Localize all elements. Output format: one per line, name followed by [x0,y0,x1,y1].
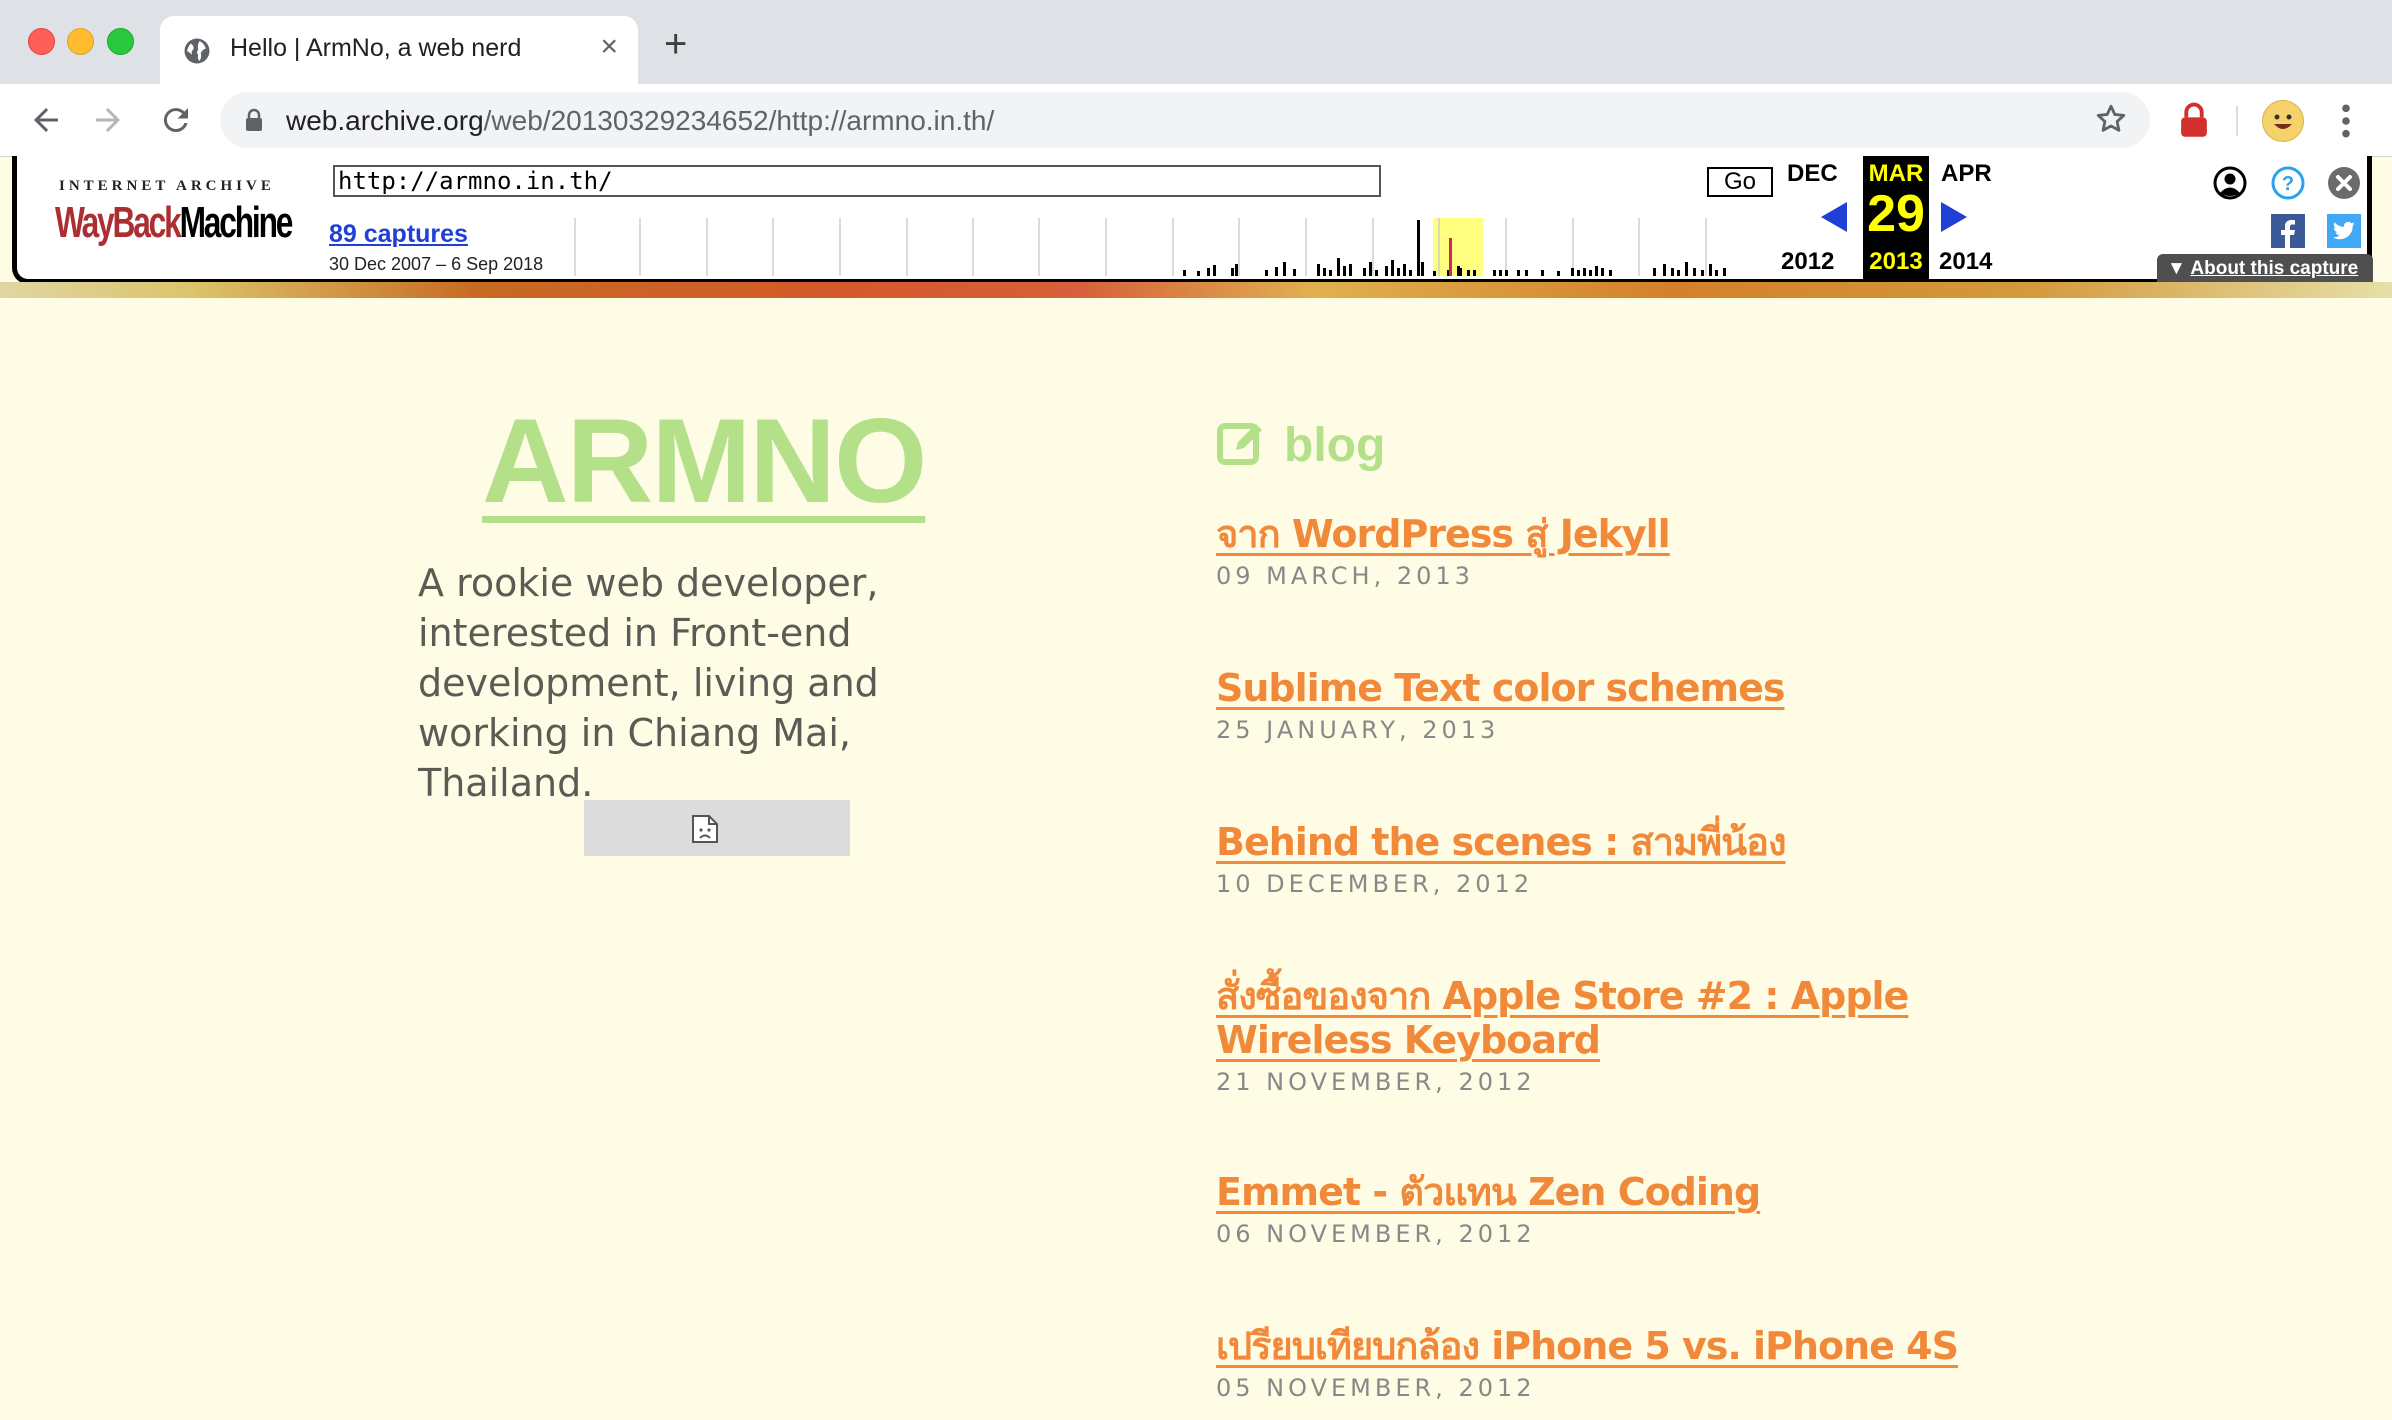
url-path: /web/20130329234652/http://armno.in.th/ [483,105,995,136]
about-this-capture-label: About this capture [2190,258,2359,279]
twitter-share-icon[interactable] [2327,214,2361,248]
wayback-current-year: 2013 [1869,248,1923,275]
blog-post-date: 06 NOVEMBER, 2012 [1216,1220,1536,1248]
wayback-capture-sparkline[interactable] [573,218,1731,276]
blog-post-date: 21 NOVEMBER, 2012 [1216,1068,1536,1096]
wayback-next-month[interactable]: APR [1941,160,1992,188]
blog-post-item: สั่งซื้อของจาก Apple Store #2 : Apple Wi… [1216,974,2096,1096]
browser-tab-strip: Hello | ArmNo, a web nerd × + [0,0,2392,84]
tab-close-icon[interactable]: × [600,32,618,62]
wayback-logo[interactable]: INTERNET ARCHIVE WayBackMachine [55,178,293,258]
toolbar-separator [2236,106,2238,136]
blog-post-item: Emmet - ตัวแทน Zen Coding 06 NOVEMBER, 2… [1216,1170,2096,1248]
blog-post-title-link[interactable]: สั่งซื้อของจาก Apple Store #2 : Apple Wi… [1216,974,2096,1062]
caret-down-icon: ▼ [2167,258,2186,279]
profile-avatar-icon[interactable] [2262,100,2304,142]
blog-heading-label: blog [1284,419,1386,472]
logo-internet-archive: INTERNET ARCHIVE [59,178,275,194]
wayback-current-day: 29 [1867,185,1925,243]
emoji-face-icon [2274,114,2292,129]
wayback-next-arrow-icon[interactable] [1937,200,1971,234]
blog-post-date: 10 DECEMBER, 2012 [1216,870,1534,898]
blog-post-item: จาก WordPress สู่ Jekyll 09 MARCH, 2013 [1216,512,2096,590]
wayback-date-range: 30 Dec 2007 – 6 Sep 2018 [329,254,544,274]
edit-pencil-icon [1217,423,1262,465]
url-host: web.archive.org [286,105,484,136]
blog-post-title-link[interactable]: Sublime Text color schemes [1216,666,2096,710]
facebook-share-icon[interactable] [2271,214,2305,248]
wayback-prev-month[interactable]: DEC [1787,160,1838,188]
bookmark-star-icon[interactable] [2094,102,2128,136]
logo-wayback-machine: WayBackMachine [55,198,294,248]
site-bio: A rookie web developer, interested in Fr… [418,561,879,805]
globe-icon [184,38,210,64]
lock-icon [246,108,262,131]
new-tab-button[interactable]: + [664,24,687,64]
wayback-go-button[interactable]: Go [1707,167,1773,197]
sparkline-current-capture [1449,238,1452,276]
forward-arrow-icon[interactable] [90,102,126,138]
logo-machine-word: Machine [179,198,294,247]
blog-post-date: 25 JANUARY, 2013 [1216,716,1500,744]
menu-kebab-icon[interactable] [2336,102,2356,140]
blog-post-date: 09 MARCH, 2013 [1216,562,1474,590]
blog-post-item: Sublime Text color schemes 25 JANUARY, 2… [1216,666,2096,744]
site-header-stripe [0,282,2392,298]
blog-post-title-link[interactable]: เปรียบเทียบกล้อง iPhone 5 vs. iPhone 4S [1216,1324,2096,1368]
blog-post-title-link[interactable]: Emmet - ตัวแทน Zen Coding [1216,1170,2096,1214]
blog-post-date: 05 NOVEMBER, 2012 [1216,1374,1536,1402]
help-question-icon[interactable]: ? [2271,166,2305,200]
wayback-current-capture: MAR 29 2013 [1863,156,1929,280]
browser-tab-active[interactable]: Hello | ArmNo, a web nerd × [160,16,638,84]
wayback-toolbar: INTERNET ARCHIVE WayBackMachine http://a… [12,156,2373,284]
extension-lock-icon[interactable] [2178,102,2210,138]
window-maximize-button[interactable] [107,28,134,55]
account-user-icon[interactable] [2213,166,2247,200]
wayback-prev-arrow-icon[interactable] [1817,200,1851,234]
address-url: web.archive.org/web/20130329234652/http:… [286,105,994,137]
tab-title: Hello | ArmNo, a web nerd [230,34,522,62]
blog-post-item: Behind the scenes : สามพี่น้อง 10 DECEMB… [1216,820,2096,898]
wayback-next-year[interactable]: 2014 [1939,248,1992,276]
browser-toolbar: web.archive.org/web/20130329234652/http:… [0,84,2392,157]
sparkline-year-dividers [574,218,1707,276]
blog-post-title-link[interactable]: Behind the scenes : สามพี่น้อง [1216,820,2096,864]
svg-text:?: ? [2282,173,2294,195]
wayback-prev-year[interactable]: 2012 [1781,248,1834,276]
address-bar[interactable]: web.archive.org/web/20130329234652/http:… [220,92,2150,148]
back-arrow-icon[interactable] [28,102,64,138]
logo-wayback-word: WayBack [55,198,182,247]
about-this-capture-toggle[interactable]: ▼ About this capture [2157,254,2373,284]
reload-icon[interactable] [158,102,194,138]
site-brand-link[interactable]: ARMNO [482,392,927,530]
wayback-captures-link[interactable]: 89 captures [329,220,468,249]
broken-image-placeholder [584,800,850,856]
wayback-url-input[interactable]: http://armno.in.th/ [333,165,1381,197]
window-minimize-button[interactable] [67,28,94,55]
blog-post-title-link[interactable]: จาก WordPress สู่ Jekyll [1216,512,2096,556]
broken-image-icon [692,815,718,843]
window-close-button[interactable] [28,28,55,55]
blog-post-item: เปรียบเทียบกล้อง iPhone 5 vs. iPhone 4S … [1216,1324,2096,1402]
close-toolbar-icon[interactable] [2327,166,2361,200]
